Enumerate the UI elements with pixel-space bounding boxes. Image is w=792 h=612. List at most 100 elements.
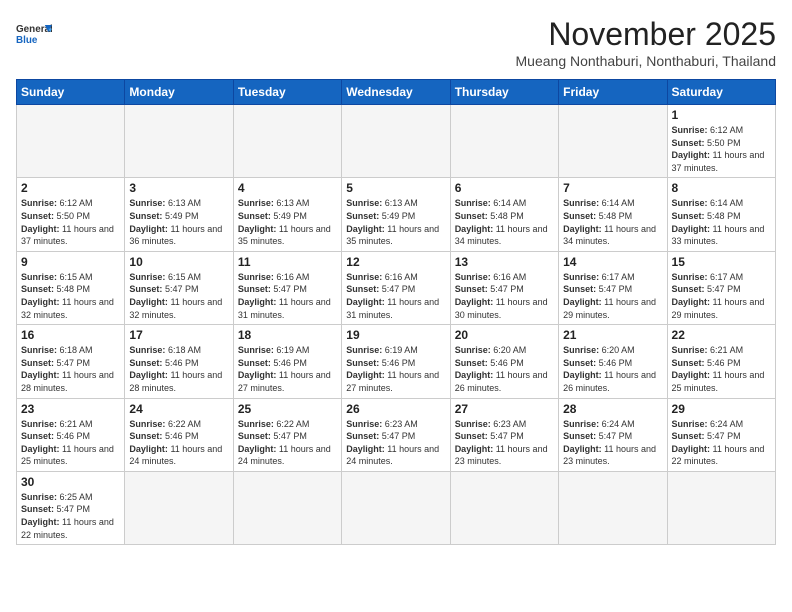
cell-content: Sunrise: 6:16 AMSunset: 5:47 PMDaylight:…	[238, 271, 337, 321]
calendar-table: SundayMondayTuesdayWednesdayThursdayFrid…	[16, 79, 776, 545]
cell-content: Sunrise: 6:21 AM Sunset: 5:46 PM Daylight:…	[21, 418, 120, 468]
sunrise-label: Sunrise: 6:20 AM	[563, 345, 635, 355]
cell-content: Sunrise: 6:20 AMSunset: 5:46 PMDaylight:…	[563, 344, 662, 394]
sunrise-label: Sunrise: 6:17 AM	[563, 272, 635, 282]
sunset-label: Sunset: 5:47 PM	[455, 431, 524, 441]
sunrise-label: Sunrise: 6:14 AM	[455, 198, 527, 208]
sunset-label: Sunset: 5:47 PM	[238, 284, 307, 294]
sunset-label: Sunset: 5:46 PM	[563, 358, 632, 368]
calendar-cell: 21Sunrise: 6:20 AMSunset: 5:46 PMDayligh…	[559, 325, 667, 398]
calendar-cell	[233, 471, 341, 544]
cell-content: Sunrise: 6:20 AMSunset: 5:46 PMDaylight:…	[455, 344, 554, 394]
calendar-cell: 9Sunrise: 6:15 AMSunset: 5:48 PMDaylight…	[17, 251, 125, 324]
calendar-cell	[342, 471, 450, 544]
daylight-label: Daylight: 11 hours and 24 minutes.	[346, 444, 439, 467]
header: General Blue November 2025 Mueang Nontha…	[16, 16, 776, 69]
daylight-label: Daylight: 11 hours and 25 minutes.	[21, 444, 114, 467]
date-number: 14	[563, 255, 662, 269]
sunset-label: Sunset: 5:47 PM	[346, 284, 415, 294]
date-number: 11	[238, 255, 337, 269]
daylight-label: Daylight: 11 hours and 27 minutes.	[346, 370, 439, 393]
date-number: 18	[238, 328, 337, 342]
calendar-cell	[559, 471, 667, 544]
sunrise-label: Sunrise: 6:15 AM	[21, 272, 93, 282]
sunset-label: Sunset: 5:48 PM	[563, 211, 632, 221]
cell-content: Sunrise: 6:13 AM Sunset: 5:49 PM Daylight:…	[346, 197, 445, 247]
calendar-cell: 4Sunrise: 6:13 AMSunset: 5:49 PMDaylight…	[233, 178, 341, 251]
daylight-label: Daylight: 11 hours and 33 minutes.	[672, 224, 765, 247]
calendar-cell	[342, 105, 450, 178]
calendar-cell	[450, 105, 558, 178]
daylight-label: Daylight: 11 hours and 30 minutes.	[455, 297, 548, 320]
sunset-label: Sunset: 5:49 PM	[346, 211, 415, 221]
cell-content: Sunrise: 6:24 AMSunset: 5:47 PMDaylight:…	[563, 418, 662, 468]
sunset-label: Sunset: 5:47 PM	[21, 504, 90, 514]
cell-content: Sunrise: 6:15 AMSunset: 5:47 PMDaylight:…	[129, 271, 228, 321]
date-number: 6	[455, 181, 554, 195]
daylight-label: Daylight: 11 hours and 31 minutes.	[346, 297, 439, 320]
sunset-label: Sunset: 5:47 PM	[21, 358, 90, 368]
week-row-6: 30Sunrise: 6:25 AMSunset: 5:47 PMDayligh…	[17, 471, 776, 544]
sunset-label: Sunset: 5:49 PM	[238, 211, 307, 221]
daylight-label: Daylight: 11 hours and 37 minutes.	[672, 150, 765, 173]
cell-content: Sunrise: 6:24 AMSunset: 5:47 PMDaylight:…	[672, 418, 771, 468]
sunrise-label: Sunrise: 6:23 AM	[346, 419, 418, 429]
calendar-cell: 1 Sunrise: 6:12 AM Sunset: 5:50 PM Daylight…	[667, 105, 775, 178]
date-number: 7	[563, 181, 662, 195]
calendar-cell	[450, 471, 558, 544]
sunset-label: Sunset: 5:47 PM	[672, 284, 741, 294]
calendar-cell: 11 Sunrise: 6:16 AMSunset: 5:47 PMDayligh…	[233, 251, 341, 324]
calendar-cell: 22Sunrise: 6:21 AMSunset: 5:46 PMDayligh…	[667, 325, 775, 398]
sunrise-label: Sunrise: 6:25 AM	[21, 492, 93, 502]
daylight-label: Daylight: 11 hours and 22 minutes.	[21, 517, 114, 540]
calendar-cell	[667, 471, 775, 544]
date-number: 16	[21, 328, 120, 342]
day-header-tuesday: Tuesday	[233, 80, 341, 105]
date-number: 1	[672, 108, 771, 122]
sunset-label: Sunset: 5:46 PM	[672, 358, 741, 368]
sunrise-label: Sunrise: 6:14 AM	[563, 198, 635, 208]
daylight-label: Daylight: 11 hours and 35 minutes.	[238, 224, 331, 247]
calendar-cell: 24Sunrise: 6:22 AMSunset: 5:46 PMDayligh…	[125, 398, 233, 471]
day-header-row: SundayMondayTuesdayWednesdayThursdayFrid…	[17, 80, 776, 105]
week-row-3: 9Sunrise: 6:15 AMSunset: 5:48 PMDaylight…	[17, 251, 776, 324]
sunrise-label: Sunrise: 6:13 AM	[346, 198, 418, 208]
sunset-label: Sunset: 5:47 PM	[129, 284, 198, 294]
calendar-cell	[17, 105, 125, 178]
date-number: 4	[238, 181, 337, 195]
week-row-2: 2Sunrise: 6:12 AMSunset: 5:50 PMDaylight…	[17, 178, 776, 251]
cell-content: Sunrise: 6:14 AMSunset: 5:48 PMDaylight:…	[563, 197, 662, 247]
day-header-thursday: Thursday	[450, 80, 558, 105]
date-number: 24	[129, 402, 228, 416]
svg-text:Blue: Blue	[16, 35, 38, 46]
cell-content: Sunrise: 6:18 AMSunset: 5:47 PMDaylight:…	[21, 344, 120, 394]
daylight-label: Daylight: 11 hours and 27 minutes.	[238, 370, 331, 393]
cell-content: Sunrise: 6:19 AMSunset: 5:46 PMDaylight:…	[346, 344, 445, 394]
date-number: 15	[672, 255, 771, 269]
cell-content: Sunrise: 6:14 AMSunset: 5:48 PMDaylight:…	[672, 197, 771, 247]
sunset-label: Sunset: 5:46 PM	[21, 431, 90, 441]
date-number: 2	[21, 181, 120, 195]
daylight-label: Daylight: 11 hours and 24 minutes.	[129, 444, 222, 467]
sunrise-label: Sunrise: 6:24 AM	[672, 419, 744, 429]
daylight-label: Daylight: 11 hours and 35 minutes.	[346, 224, 439, 247]
sunrise-label: Sunrise: 6:21 AM	[21, 419, 93, 429]
sunset-label: Sunset: 5:47 PM	[455, 284, 524, 294]
daylight-label: Daylight: 11 hours and 32 minutes.	[21, 297, 114, 320]
sunrise-label: Sunrise: 6:18 AM	[129, 345, 201, 355]
sunset-label: Sunset: 5:49 PM	[129, 211, 198, 221]
date-number: 8	[672, 181, 771, 195]
logo: General Blue	[16, 16, 52, 52]
calendar-cell: 17Sunrise: 6:18 AMSunset: 5:46 PMDayligh…	[125, 325, 233, 398]
day-header-monday: Monday	[125, 80, 233, 105]
sunrise-label: Sunrise: 6:12 AM	[672, 125, 744, 135]
cell-content: Sunrise: 6:25 AM Sunset: 5:47 PM Daylight:…	[21, 491, 120, 541]
sunrise-label: Sunrise: 6:15 AM	[129, 272, 201, 282]
sunset-label: Sunset: 5:50 PM	[672, 138, 741, 148]
date-number: 19	[346, 328, 445, 342]
sunrise-label: Sunrise: 6:23 AM	[455, 419, 527, 429]
daylight-label: Daylight: 11 hours and 36 minutes.	[129, 224, 222, 247]
cell-content: Sunrise: 6:16 AMSunset: 5:47 PMDaylight:…	[346, 271, 445, 321]
sunrise-label: Sunrise: 6:16 AM	[455, 272, 527, 282]
cell-content: Sunrise: 6:23 AMSunset: 5:47 PMDaylight:…	[346, 418, 445, 468]
